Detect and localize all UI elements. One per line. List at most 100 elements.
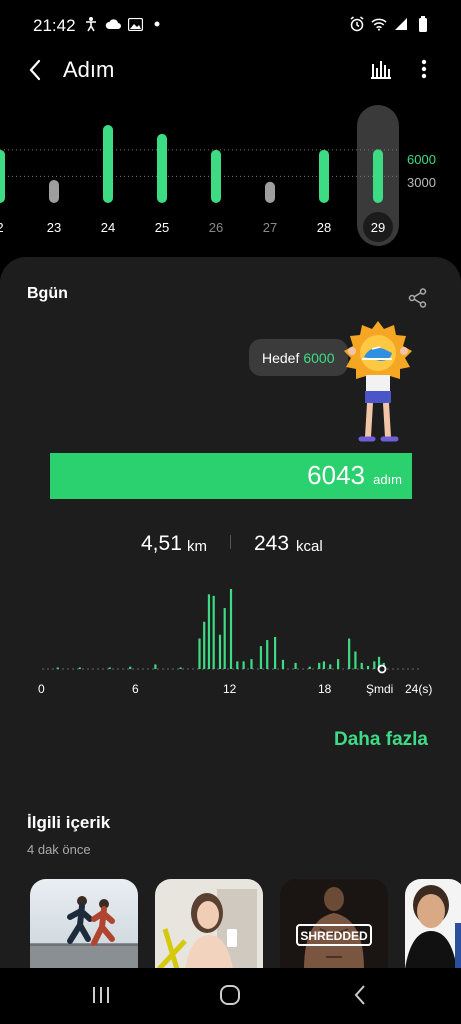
related-content-title: İlgili içerik: [27, 813, 111, 832]
chevron-left-icon: [29, 59, 41, 81]
hour-bar: [250, 659, 253, 669]
more-details-link[interactable]: Daha fazla: [334, 729, 428, 751]
distance-value: 4,51: [141, 532, 182, 555]
more-options-button[interactable]: [414, 56, 434, 82]
hour-bar: [223, 608, 226, 669]
recents-icon: [93, 987, 109, 1003]
hour-bar: [198, 638, 201, 669]
day-bar-27[interactable]: [265, 181, 275, 203]
bar-chart-icon: [371, 61, 391, 79]
more-vertical-icon: [421, 59, 427, 79]
goal-value: 6000: [303, 349, 335, 366]
x-tick: 0: [38, 682, 45, 696]
trends-button[interactable]: [368, 56, 394, 82]
day-bar-28[interactable]: [319, 149, 329, 203]
home-button[interactable]: [215, 980, 245, 1010]
distance-unit: km: [187, 538, 207, 555]
related-thumbnail-fitness[interactable]: [155, 879, 263, 969]
hour-bar: [281, 659, 285, 669]
related-thumbnail-shredded[interactable]: SHREDDED: [280, 879, 388, 969]
hour-bar: [366, 665, 370, 669]
recents-button[interactable]: [86, 980, 116, 1010]
system-back-button[interactable]: [345, 980, 375, 1010]
hour-bar: [294, 662, 297, 669]
shredded-workout-image: SHREDDED: [280, 879, 388, 969]
steps-count: 6043: [307, 460, 365, 490]
weekly-chart-svg: 2 23 24 25 26 27 28 29: [0, 105, 400, 246]
day-label-24[interactable]: 24: [101, 220, 115, 235]
hour-bar: [179, 667, 182, 669]
hourly-chart-svg: [42, 589, 420, 674]
page-title: Adım: [63, 57, 115, 82]
x-tick-now: Şmdi: [366, 682, 394, 696]
share-button[interactable]: [407, 287, 429, 309]
day-label-25[interactable]: 25: [155, 220, 169, 235]
related-thumbnail-running[interactable]: [30, 879, 138, 969]
day-bar-29[interactable]: [373, 149, 383, 203]
day-bar-24[interactable]: [103, 125, 113, 203]
hour-bar: [212, 595, 215, 669]
now-marker: [377, 664, 387, 674]
hour-bar: [308, 666, 311, 669]
related-content-carousel[interactable]: SHREDDED: [0, 879, 461, 969]
x-tick: 12: [223, 682, 237, 696]
steps-unit: adım: [373, 472, 402, 487]
share-icon: [408, 288, 427, 308]
hour-bar: [354, 651, 357, 669]
goal-bubble[interactable]: Hedef 6000: [249, 339, 348, 376]
hour-bar: [242, 661, 245, 669]
stats-row: 4,51 km 243 kcal: [0, 529, 461, 559]
x-tick: 24(s): [405, 682, 433, 696]
day-label-29[interactable]: 29: [371, 220, 385, 235]
hour-bar: [207, 594, 211, 669]
day-bar-23[interactable]: [49, 179, 59, 203]
stats-divider: [230, 535, 231, 549]
system-navigation-bar: [0, 968, 461, 1024]
hour-bar: [56, 667, 59, 669]
hour-bar: [373, 661, 376, 669]
day-bar-25[interactable]: [157, 133, 167, 203]
day-label-28[interactable]: 28: [317, 220, 331, 235]
alarm-icon: [349, 16, 365, 32]
hour-bar: [259, 646, 263, 669]
back-icon: [354, 985, 365, 1005]
battery-icon: [415, 16, 431, 32]
day-label-26[interactable]: 26: [209, 220, 223, 235]
hourly-steps-chart[interactable]: 0 6 12 18 Şmdi 24(s): [0, 577, 461, 707]
day-label-2[interactable]: 2: [0, 220, 4, 235]
hour-bar: [218, 634, 222, 669]
x-tick: 6: [132, 682, 139, 696]
related-content-time: 4 dak önce: [27, 842, 91, 857]
hour-bar: [266, 640, 269, 669]
app-header: Adım: [0, 50, 461, 94]
calories-unit: kcal: [296, 538, 323, 555]
wifi-icon: [371, 16, 387, 32]
related-thumbnail-trainer[interactable]: [405, 879, 461, 969]
status-time: 21:42: [33, 16, 76, 35]
accessibility-icon: [83, 16, 99, 32]
day-label-27[interactable]: 27: [263, 220, 277, 235]
hour-bar: [203, 621, 206, 669]
calories-value: 243: [254, 532, 290, 555]
day-bar-26[interactable]: [211, 149, 221, 203]
goal-mascot-illustration: [344, 321, 412, 442]
day-label-23[interactable]: 23: [47, 220, 61, 235]
goal-line-label-low: 3000: [407, 175, 436, 190]
signal-icon: [393, 16, 409, 32]
hour-bar: [360, 662, 363, 669]
status-bar: 21:42: [0, 0, 461, 50]
weekly-steps-chart[interactable]: 2 23 24 25 26 27 28 29 6000 3000: [0, 100, 461, 250]
hour-bar: [229, 589, 233, 669]
runners-image: [30, 879, 138, 969]
hour-bar: [78, 667, 81, 669]
trainer-portrait-image: [405, 879, 461, 969]
steps-progress-bar: 6043 adım: [50, 453, 412, 499]
day-bar-2[interactable]: [0, 149, 5, 203]
goal-line-label-high: 6000: [407, 152, 436, 167]
dot-icon: [149, 16, 165, 32]
goal-prefix: Hedef: [262, 349, 300, 366]
hour-bar: [236, 661, 239, 669]
back-button[interactable]: [22, 56, 50, 84]
hour-bar: [318, 662, 321, 669]
fitness-woman-image: [155, 879, 263, 969]
